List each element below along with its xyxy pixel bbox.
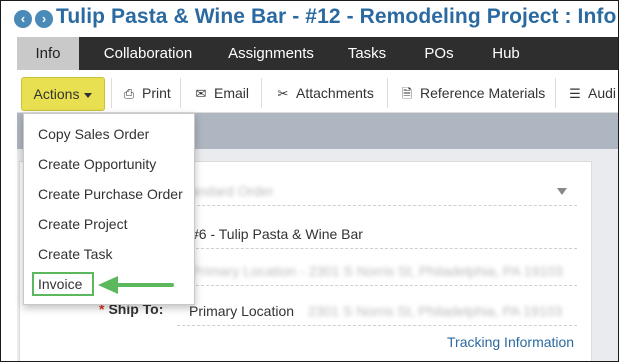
toolbar-divider <box>387 78 388 108</box>
tab-collaboration[interactable]: Collaboration <box>87 37 209 70</box>
page-title: Tulip Pasta & Wine Bar - #12 - Remodelin… <box>56 5 617 28</box>
actions-button[interactable]: Actions <box>21 77 105 111</box>
actions-button-label: Actions <box>33 86 80 102</box>
email-button[interactable]: ✉ Email <box>193 78 249 108</box>
menu-item-create-opportunity[interactable]: Create Opportunity <box>38 156 156 172</box>
menu-item-copy-sales-order[interactable]: Copy Sales Order <box>38 126 149 142</box>
list-icon: ☰ <box>569 86 581 101</box>
customer-field[interactable]: #6 - Tulip Pasta & Wine Bar <box>191 220 577 249</box>
audit-button[interactable]: ☰ Audi <box>567 78 616 108</box>
email-label: Email <box>214 85 250 101</box>
tab-hub[interactable]: Hub <box>481 37 531 70</box>
ship-to-address: 2301 S Norris St, Philadelphia, PA 19103 <box>307 303 563 319</box>
toolbar-divider <box>111 78 112 108</box>
menu-item-create-project[interactable]: Create Project <box>38 216 127 232</box>
print-label: Print <box>142 85 171 101</box>
print-icon: ⎙ <box>123 86 135 101</box>
title-bar: ‹ › Tulip Pasta & Wine Bar - #12 - Remod… <box>1 1 618 37</box>
tab-tasks[interactable]: Tasks <box>339 37 395 70</box>
forward-icon[interactable]: › <box>35 10 53 28</box>
print-button[interactable]: ⎙ Print <box>121 78 171 108</box>
action-toolbar: Actions ⎙ Print ✉ Email ✂ Attachments 🗎 Refe… <box>17 70 618 113</box>
bill-to-field[interactable]: Primary Location - 2301 S Norris St, Phi… <box>191 257 577 286</box>
menu-item-create-task[interactable]: Create Task <box>38 246 112 262</box>
window: ‹ › Tulip Pasta & Wine Bar - #12 - Remod… <box>0 0 619 362</box>
back-icon[interactable]: ‹ <box>14 10 32 28</box>
tab-pos[interactable]: POs <box>413 37 465 70</box>
audit-label: Audi <box>588 85 617 101</box>
toolbar-divider <box>180 78 181 108</box>
document-icon: 🗎 <box>401 86 413 101</box>
main-tab-bar: Info Collaboration Assignments Tasks POs… <box>17 37 618 70</box>
bill-to-value: Primary Location - 2301 S Norris St, Phi… <box>191 263 563 279</box>
toolbar-divider <box>261 78 262 108</box>
tab-assignments[interactable]: Assignments <box>217 37 325 70</box>
menu-item-create-purchase-order[interactable]: Create Purchase Order <box>38 186 183 202</box>
reference-materials-label: Reference Materials <box>420 85 546 101</box>
ship-to-field[interactable]: Primary Location 2301 S Norris St, Phila… <box>177 297 577 326</box>
envelope-icon: ✉ <box>195 86 207 101</box>
menu-item-invoice[interactable]: Invoice <box>38 276 82 292</box>
attachments-label: Attachments <box>296 85 374 101</box>
attachments-button[interactable]: ✂ Attachments <box>275 78 374 108</box>
customer-value: #6 - Tulip Pasta & Wine Bar <box>191 226 363 242</box>
caret-down-icon <box>84 92 93 98</box>
tab-info[interactable]: Info <box>17 37 79 70</box>
reference-materials-button[interactable]: 🗎 Reference Materials <box>399 78 546 108</box>
ship-to-value: Primary Location <box>189 303 295 319</box>
order-type-select[interactable]: Standard Order <box>177 177 577 206</box>
annotation-arrow-icon <box>98 276 174 294</box>
tracking-information-link[interactable]: Tracking Information <box>447 334 574 350</box>
toolbar-divider <box>555 78 556 108</box>
dropdown-arrow-icon <box>557 188 567 195</box>
paperclip-icon: ✂ <box>277 86 289 101</box>
